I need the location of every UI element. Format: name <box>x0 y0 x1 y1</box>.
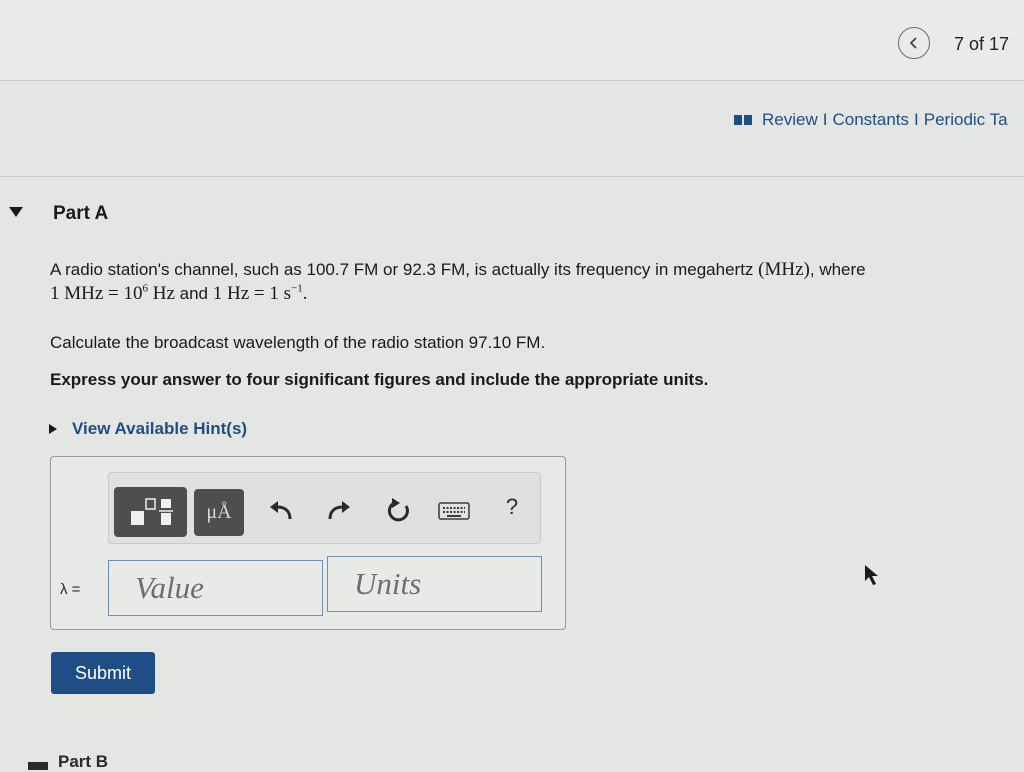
next-part-title[interactable]: Part B <box>58 752 108 772</box>
equation-hz-body: 1 Hz = 1 s <box>212 283 291 304</box>
page-counter: 7 of 17 <box>954 34 1010 54</box>
units-button[interactable]: μÅ <box>194 489 244 536</box>
caret-right-icon <box>49 424 57 434</box>
review-link[interactable]: Review <box>762 110 818 130</box>
redo-icon <box>328 501 350 520</box>
help-button[interactable]: ? <box>498 490 526 524</box>
value-input[interactable] <box>108 560 323 616</box>
variable-label: λ = <box>60 581 81 598</box>
divider <box>0 80 1024 81</box>
keyboard-icon <box>438 502 470 520</box>
intro-where: , where <box>809 260 866 279</box>
redo-button[interactable] <box>324 496 354 526</box>
equation-mhz-rhs: Hz <box>148 283 175 304</box>
periodic-table-link[interactable]: Periodic Ta <box>924 110 1008 130</box>
question-text: Calculate the broadcast wavelength of th… <box>50 333 546 352</box>
unit-mhz: (MHz) <box>758 259 810 280</box>
templates-button[interactable] <box>114 487 187 537</box>
top-bar <box>0 0 1024 80</box>
and-text: and <box>174 284 213 303</box>
chevron-left-icon <box>909 37 917 49</box>
templates-icon <box>130 498 173 525</box>
view-hints-label: View Available Hint(s) <box>72 419 248 438</box>
constants-link[interactable]: Constants <box>832 110 909 130</box>
intro-text: A radio station's channel, such as 100.7… <box>50 260 754 279</box>
submit-button[interactable]: Submit <box>51 652 155 694</box>
caret-down-icon[interactable] <box>8 206 24 218</box>
reset-icon <box>387 498 409 522</box>
equation-period: . <box>302 283 308 304</box>
equation-mhz: 1 MHz = 106 Hz <box>50 283 175 304</box>
caret-down-icon[interactable] <box>28 762 48 770</box>
part-title: Part A <box>53 203 109 224</box>
units-input[interactable] <box>327 556 542 612</box>
previous-button[interactable] <box>898 27 930 59</box>
undo-button[interactable] <box>266 496 296 526</box>
undo-icon <box>270 501 292 520</box>
divider <box>0 176 1024 177</box>
resources-bar: Review I Constants I Periodic Ta <box>734 110 1008 130</box>
keyboard-button[interactable] <box>437 500 471 522</box>
separator: I <box>914 110 919 129</box>
book-icon <box>734 115 752 125</box>
reset-button[interactable] <box>382 494 416 528</box>
mouse-cursor-icon <box>865 565 878 585</box>
equation-hz-exponent: −1 <box>291 282 303 295</box>
problem-statement: A radio station's channel, such as 100.7… <box>50 258 990 306</box>
view-hints-link[interactable]: View Available Hint(s) <box>48 419 247 439</box>
equation-mhz-lhs: 1 MHz = 10 <box>50 283 143 304</box>
separator: I <box>822 110 828 129</box>
equation-hz: 1 Hz = 1 s−1. <box>213 283 308 304</box>
instruction-text: Express your answer to four significant … <box>50 370 709 389</box>
